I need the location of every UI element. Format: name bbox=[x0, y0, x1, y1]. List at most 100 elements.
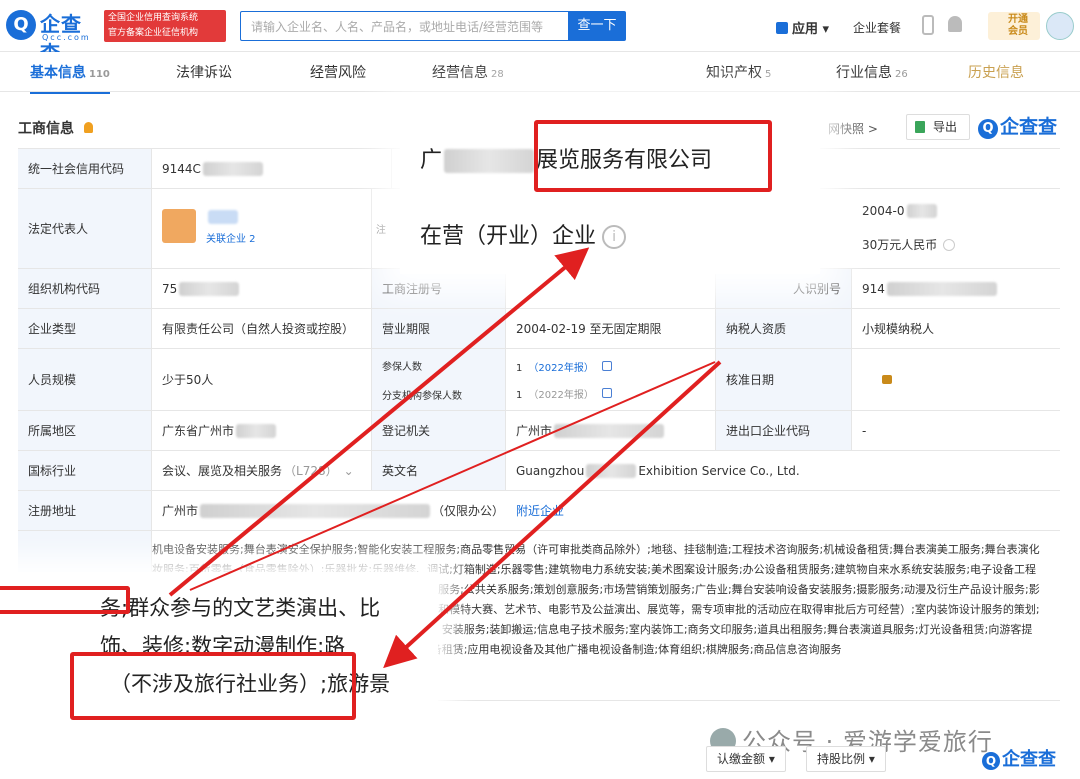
chevron-down-icon[interactable]: ⌄ bbox=[344, 464, 354, 478]
tab-risk[interactable]: 经营风险 bbox=[310, 62, 366, 82]
chart-icon[interactable] bbox=[601, 387, 612, 398]
avatar[interactable] bbox=[1046, 12, 1074, 40]
section-title-text: 工商信息 bbox=[18, 121, 74, 137]
table-row: 人员规模 少于50人 参保人数 分支机构参保人数 1 （2022年报） 1 （202… bbox=[18, 349, 1060, 411]
import-export-value: - bbox=[862, 423, 867, 438]
tab-label: 基本信息 bbox=[30, 65, 86, 81]
tab-label: 经营信息 bbox=[432, 65, 488, 81]
brand-text: 企查查 bbox=[1002, 749, 1056, 770]
search-button[interactable]: 查一下 bbox=[568, 11, 626, 41]
industry-code: （L728） bbox=[284, 464, 338, 478]
type-value: 有限责任公司（自然人投资或控股） bbox=[152, 309, 372, 348]
highlight-box-partial bbox=[0, 586, 130, 614]
info-icon[interactable] bbox=[943, 239, 956, 252]
tab-label: 知识产权 bbox=[706, 65, 762, 81]
redaction bbox=[236, 423, 277, 438]
industry-value[interactable]: 会议、展览及相关服务 （L728） ⌄ bbox=[152, 451, 372, 490]
sort-by-amount-button[interactable]: 认缴金额 ▾ bbox=[706, 746, 786, 772]
tab-label: 法律诉讼 bbox=[176, 65, 232, 81]
credit-code-label: 统一社会信用代码 bbox=[18, 149, 152, 188]
badge-line-2: 官方备案企业征信机构 bbox=[108, 28, 199, 38]
table-row: 国标行业 会议、展览及相关服务 （L728） ⌄ 英文名 Guangzhou Exhi… bbox=[18, 451, 1060, 491]
insured-number: 1 bbox=[516, 362, 523, 374]
table-row: 组织机构代码 75 工商注册号 人识别号 914 bbox=[18, 269, 1060, 309]
taxpayer-id-value: 914 bbox=[852, 269, 1060, 308]
region-value: 广东省广州市 bbox=[152, 411, 372, 450]
est-capital-values: 2004-0 30万元人民币 bbox=[852, 189, 1060, 268]
enterprise-plan-link[interactable]: 企业套餐 bbox=[853, 19, 901, 36]
redaction bbox=[202, 161, 263, 176]
credit-code-value: 9144C bbox=[152, 149, 392, 188]
tab-basic-info[interactable]: 基本信息 110 bbox=[30, 62, 110, 94]
redaction bbox=[554, 423, 665, 438]
tab-ip[interactable]: 知识产权 5 bbox=[706, 62, 771, 82]
english-name-value: Guangzhou Exhibition Service Co., Ltd. bbox=[506, 451, 1060, 490]
brand-logo: Q 企查查 bbox=[978, 112, 1057, 139]
org-code-text: 75 bbox=[162, 281, 178, 296]
insured-report-link[interactable]: （2022年报） bbox=[528, 363, 593, 374]
english-name-label: 英文名 bbox=[372, 451, 506, 490]
reg-no-value bbox=[506, 269, 716, 308]
taxpayer-id-text: 914 bbox=[862, 281, 885, 296]
import-export-label: 进出口企业代码 bbox=[716, 411, 852, 450]
chart-icon[interactable] bbox=[601, 360, 612, 371]
table-row: 所属地区 广东省广州市 登记机关 广州市 进出口企业代码 - bbox=[18, 411, 1060, 451]
reg-no-label: 工商注册号 bbox=[372, 269, 506, 308]
legal-rep-label: 法定代表人 bbox=[18, 189, 152, 268]
export-button[interactable]: 导出 bbox=[906, 114, 970, 140]
tab-industry[interactable]: 行业信息 26 bbox=[836, 62, 908, 82]
highlight-box-scope bbox=[70, 652, 356, 720]
redaction bbox=[179, 281, 240, 296]
company-name-prefix: 广 bbox=[420, 148, 443, 173]
qcc-logo[interactable]: Q 企查查 Qcc.com bbox=[6, 8, 102, 65]
term-label: 营业期限 bbox=[372, 309, 506, 348]
apps-menu[interactable]: 应用 ▾ bbox=[776, 18, 829, 37]
brand-logo-footer: Q 企查查 bbox=[982, 745, 1056, 771]
related-companies-link[interactable]: 关联企业 2 bbox=[206, 230, 256, 245]
tab-history[interactable]: 历史信息 bbox=[968, 62, 1024, 82]
info-icon[interactable]: i bbox=[602, 225, 627, 249]
redaction bbox=[208, 209, 238, 224]
address-value: 广州市 （仅限办公） 附近企业 bbox=[152, 491, 1060, 530]
search-input[interactable]: 请输入企业名、人名、产品名，或地址电话/经营范围等 bbox=[240, 11, 568, 41]
sort-by-share-button[interactable]: 持股比例 ▾ bbox=[806, 746, 886, 772]
brand-icon: Q bbox=[982, 752, 1000, 770]
tab-label: 经营风险 bbox=[310, 65, 366, 81]
tab-count: 110 bbox=[89, 69, 110, 80]
redaction bbox=[444, 149, 535, 173]
legal-rep-value: 关联企业 2 bbox=[152, 189, 372, 268]
redaction bbox=[886, 281, 997, 296]
snapshot-link[interactable]: 网快照 > bbox=[828, 120, 878, 137]
vip-line-1: 开通 bbox=[1008, 14, 1028, 25]
apps-label: 应用 bbox=[792, 22, 819, 37]
tab-label: 历史信息 bbox=[968, 65, 1024, 81]
org-code-label: 组织机构代码 bbox=[18, 269, 152, 308]
brand-icon: Q bbox=[978, 119, 998, 139]
english-suffix: Exhibition Service Co., Ltd. bbox=[638, 463, 800, 478]
tab-count: 28 bbox=[491, 69, 504, 80]
vip-button[interactable]: 开通 会员 bbox=[988, 12, 1040, 40]
branch-insured-report: （2022年报） bbox=[528, 389, 594, 401]
insured-values: 1 （2022年报） 1 （2022年报） bbox=[506, 349, 716, 410]
tab-legal[interactable]: 法律诉讼 bbox=[176, 62, 232, 82]
apps-grid-icon bbox=[776, 22, 788, 34]
nearby-companies-link[interactable]: 附近企业 bbox=[516, 502, 564, 519]
industry-text: 会议、展览及相关服务 bbox=[162, 464, 283, 478]
region-label: 所属地区 bbox=[18, 411, 152, 450]
insured-labels: 参保人数 分支机构参保人数 bbox=[372, 349, 506, 410]
authority-label: 登记机关 bbox=[372, 411, 506, 450]
tab-count: 5 bbox=[765, 69, 772, 80]
tab-business[interactable]: 经营信息 28 bbox=[432, 62, 504, 82]
badge-line-1: 全国企业信用查询系统 bbox=[108, 13, 199, 23]
phone-icon[interactable] bbox=[922, 15, 934, 35]
est-date-value: 2004-0 bbox=[862, 204, 939, 219]
lock-icon[interactable] bbox=[882, 375, 892, 384]
credit-code-text: 9144C bbox=[162, 161, 201, 176]
redaction bbox=[200, 503, 431, 518]
tab-bar: 基本信息 110 法律诉讼 经营风险 经营信息 28 知识产权 5 行业信息 26 历史… bbox=[0, 52, 1080, 94]
zoom-scope-line-1: 务;群众参与的文艺类演出、比 bbox=[100, 596, 381, 620]
bell-icon[interactable] bbox=[948, 16, 962, 32]
insured-label: 参保人数 bbox=[382, 361, 422, 373]
bell-icon[interactable] bbox=[84, 122, 93, 133]
address-note: （仅限办公） bbox=[432, 504, 505, 518]
